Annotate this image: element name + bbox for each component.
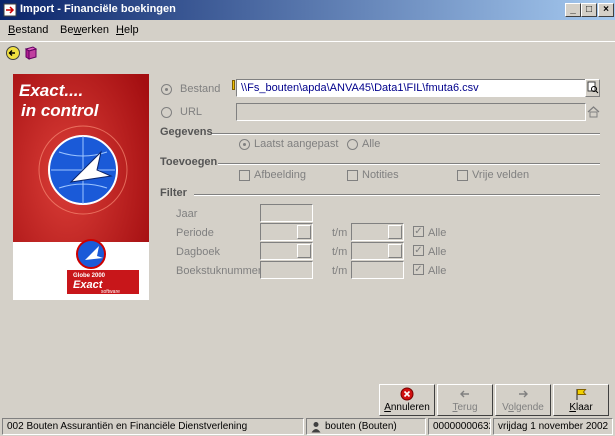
dagboek-from-input[interactable] xyxy=(260,242,313,260)
banner-brand: Exact xyxy=(73,279,104,291)
afbeelding-label: Afbeelding xyxy=(254,169,306,181)
jaar-input[interactable] xyxy=(260,204,313,222)
minimize-button[interactable]: _ xyxy=(565,3,581,17)
maximize-button[interactable]: □ xyxy=(581,3,597,17)
periode-from-input[interactable] xyxy=(260,223,313,241)
bestand-input[interactable]: \\Fs_bouten\apda\ANVA45\Data1\FIL\fmuta6… xyxy=(236,79,586,97)
status-user: bouten (Bouten) xyxy=(306,418,426,435)
toevoegen-divider xyxy=(218,163,600,165)
bestand-radio[interactable] xyxy=(161,84,172,95)
book-icon[interactable] xyxy=(23,45,39,61)
boekstuknummer-from-input[interactable] xyxy=(260,261,313,279)
banner-line2: in control xyxy=(21,101,100,120)
url-input[interactable] xyxy=(236,103,586,121)
alle-radio-label: Alle xyxy=(362,138,381,150)
alle-radio[interactable] xyxy=(347,139,358,150)
dagboek-from-picker[interactable] xyxy=(297,244,311,258)
annuleren-button[interactable]: Annuleren xyxy=(379,384,435,416)
back-arrow-icon[interactable] xyxy=(5,45,21,61)
klaar-button[interactable]: Klaar xyxy=(553,384,609,416)
afbeelding-checkbox[interactable] xyxy=(239,170,250,181)
boekstuknummer-to-input[interactable] xyxy=(351,261,404,279)
jaar-label: Jaar xyxy=(176,208,198,220)
banner-line1: Exact.... xyxy=(19,81,83,100)
periode-to-picker[interactable] xyxy=(388,225,402,239)
field-indicator-icon xyxy=(232,80,235,90)
notities-checkbox[interactable] xyxy=(347,170,358,181)
dagboek-to-picker[interactable] xyxy=(388,244,402,258)
import-app-icon xyxy=(3,3,17,17)
periode-to-input[interactable] xyxy=(351,223,404,241)
toolbar xyxy=(0,41,615,63)
dagboek-tm-label: t/m xyxy=(332,246,348,258)
import-window: Import - Financiële boekingen _ □ × Best… xyxy=(0,0,615,436)
laatst-aangepast-label: Laatst aangepast xyxy=(254,138,339,150)
browse-file-button[interactable] xyxy=(585,79,600,97)
periode-alle-label: Alle xyxy=(428,227,447,239)
exact-banner: Exact.... in control Globe 2000 Exact so… xyxy=(13,74,149,300)
periode-alle-checkbox[interactable]: ✓ xyxy=(413,226,424,237)
menu-help[interactable]: Help xyxy=(116,24,139,36)
title-bar[interactable]: Import - Financiële boekingen _ □ × xyxy=(0,0,615,20)
dagboek-label: Dagboek xyxy=(176,246,221,258)
vrije-velden-checkbox[interactable] xyxy=(457,170,468,181)
periode-label: Periode xyxy=(176,227,214,239)
dagboek-alle-checkbox[interactable]: ✓ xyxy=(413,245,424,256)
close-button[interactable]: × xyxy=(598,3,614,17)
status-date: vrijdag 1 november 2002 xyxy=(493,418,613,435)
window-title: Import - Financiële boekingen xyxy=(20,3,176,15)
toevoegen-title: Toevoegen xyxy=(160,156,218,168)
dagboek-alle-label: Alle xyxy=(428,246,447,258)
cancel-icon xyxy=(400,387,414,401)
menu-bestand[interactable]: Bestand xyxy=(8,24,48,36)
dagboek-to-input[interactable] xyxy=(351,242,404,260)
next-icon xyxy=(519,390,528,398)
filter-divider xyxy=(194,194,600,196)
url-radio[interactable] xyxy=(161,107,172,118)
finish-flag-icon xyxy=(576,389,587,400)
banner-sub: software xyxy=(101,289,120,295)
vrije-velden-label: Vrije velden xyxy=(472,169,530,181)
back-icon xyxy=(460,390,469,398)
url-label: URL xyxy=(180,106,203,118)
periode-tm-label: t/m xyxy=(332,227,348,239)
terug-button[interactable]: Terug xyxy=(437,384,493,416)
gegevens-title: Gegevens xyxy=(160,126,213,138)
status-bar: 002 Bouten Assurantiën en Financiële Die… xyxy=(0,417,615,436)
bestand-label: Bestand xyxy=(180,83,221,95)
boekstuknummer-tm-label: t/m xyxy=(332,265,348,277)
menu-bar: Bestand Bewerken Help xyxy=(0,20,615,40)
filter-title: Filter xyxy=(160,187,187,199)
laatst-aangepast-radio[interactable] xyxy=(239,139,250,150)
boekstuknummer-alle-label: Alle xyxy=(428,265,447,277)
bestand-path: \\Fs_bouten\apda\ANVA45\Data1\FIL\fmuta6… xyxy=(241,82,479,94)
boekstuknummer-label: Boekstuknummer xyxy=(176,265,262,277)
periode-from-picker[interactable] xyxy=(297,225,311,239)
gegevens-divider xyxy=(212,133,600,135)
menu-bewerken[interactable]: Bewerken xyxy=(60,24,109,36)
volgende-button[interactable]: Volgende xyxy=(495,384,551,416)
file-browse-icon xyxy=(587,81,599,94)
status-number: 00000000632 xyxy=(428,418,491,435)
notities-label: Notities xyxy=(362,169,399,181)
user-icon xyxy=(311,422,321,433)
home-icon[interactable] xyxy=(586,104,601,119)
boekstuknummer-alle-checkbox[interactable]: ✓ xyxy=(413,264,424,275)
status-company: 002 Bouten Assurantiën en Financiële Die… xyxy=(2,418,304,435)
